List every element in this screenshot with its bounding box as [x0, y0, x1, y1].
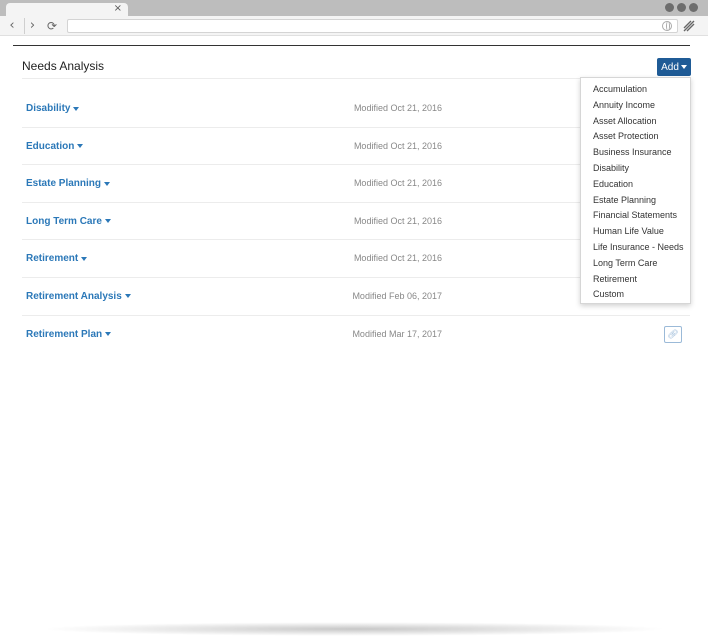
browser-tab[interactable]: × [6, 3, 128, 16]
add-button-label: Add [661, 61, 679, 73]
add-button[interactable]: Add [657, 58, 691, 76]
back-icon[interactable]: ‹ [4, 18, 20, 34]
forward-icon[interactable]: › [24, 18, 40, 34]
menu-item-human-life-value[interactable]: Human Life Value [581, 224, 690, 240]
page-title: Needs Analysis [22, 59, 105, 73]
analysis-name-link[interactable]: Long Term Care [26, 216, 111, 227]
menu-item-annuity-income[interactable]: Annuity Income [581, 98, 690, 114]
menu-item-asset-protection[interactable]: Asset Protection [581, 129, 690, 145]
menu-item-disability[interactable]: Disability [581, 161, 690, 177]
menu-item-education[interactable]: Education [581, 177, 690, 193]
caret-down-icon [73, 106, 80, 111]
menu-item-accumulation[interactable]: Accumulation [581, 82, 690, 98]
window-dot-icon[interactable] [665, 3, 674, 12]
extension-icon[interactable] [682, 19, 696, 33]
menu-item-estate-planning[interactable]: Estate Planning [581, 193, 690, 209]
caret-down-icon [77, 144, 84, 149]
address-bar[interactable] [67, 19, 678, 33]
modified-date: Modified Mar 17, 2017 [352, 328, 442, 339]
analysis-name-link[interactable]: Retirement [26, 253, 88, 265]
table-row: Retirement Plan Modified Mar 17, 2017 🔗︎ [22, 316, 690, 354]
analysis-name-link[interactable]: Retirement Analysis [26, 291, 131, 302]
caret-down-icon [104, 219, 111, 224]
modified-date: Modified Oct 21, 2016 [353, 178, 442, 189]
analysis-name-link[interactable]: Disability [26, 103, 80, 114]
analysis-name: Disability [26, 103, 71, 114]
menu-item-custom[interactable]: Custom [581, 287, 690, 303]
window-shadow [40, 622, 668, 636]
analysis-name-link[interactable]: Estate Planning [26, 178, 111, 190]
window-dot-icon[interactable] [689, 3, 698, 12]
close-tab-icon[interactable]: × [114, 3, 122, 15]
window-dot-icon[interactable] [677, 3, 686, 12]
menu-item-asset-allocation[interactable]: Asset Allocation [581, 114, 690, 130]
modified-date: Modified Feb 06, 2017 [352, 290, 442, 301]
menu-item-financial-statements[interactable]: Financial Statements [581, 208, 690, 224]
menu-item-long-term-care[interactable]: Long Term Care [581, 256, 690, 272]
modified-date: Modified Oct 21, 2016 [353, 215, 442, 226]
reload-icon[interactable]: ⟳ [44, 18, 60, 34]
modified-date: Modified Oct 21, 2016 [353, 140, 442, 151]
caret-down-icon [81, 256, 88, 261]
analysis-name-link[interactable]: Education [26, 140, 84, 152]
link-icon[interactable]: 🔗︎ [664, 325, 682, 343]
browser-tab-strip: × [0, 0, 708, 16]
analysis-name: Estate Planning [26, 178, 102, 190]
caret-down-icon [680, 65, 687, 69]
add-dropdown-menu: Accumulation Annuity Income Asset Alloca… [580, 77, 691, 304]
menu-item-life-insurance-needs[interactable]: Life Insurance - Needs [581, 240, 690, 256]
analysis-name-link[interactable]: Retirement Plan [26, 328, 112, 340]
analysis-name: Long Term Care [26, 215, 102, 227]
modified-date: Modified Oct 21, 2016 [353, 103, 442, 113]
menu-item-business-insurance[interactable]: Business Insurance [581, 145, 690, 161]
window-controls [665, 3, 698, 12]
header-divider [13, 45, 690, 46]
modified-date: Modified Oct 21, 2016 [353, 253, 442, 264]
analysis-name: Retirement [26, 253, 79, 265]
analysis-name: Education [26, 140, 75, 152]
caret-down-icon [124, 294, 131, 299]
caret-down-icon [104, 181, 111, 186]
analysis-name: Retirement Analysis [26, 290, 122, 302]
menu-item-retirement[interactable]: Retirement [581, 272, 690, 288]
browser-toolbar: ‹ › ⟳ [0, 16, 708, 36]
globe-icon [662, 21, 672, 31]
caret-down-icon [105, 332, 112, 337]
analysis-name: Retirement Plan [26, 328, 103, 340]
